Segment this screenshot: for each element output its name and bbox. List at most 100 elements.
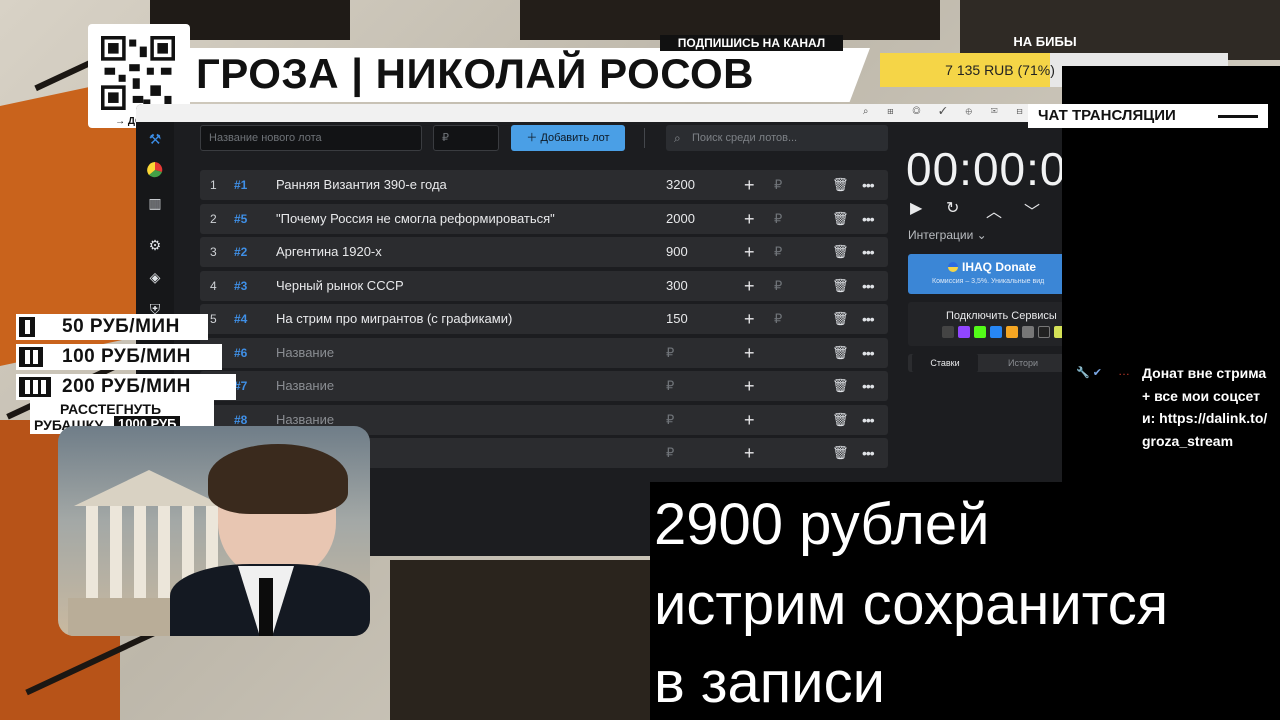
lot-name-input[interactable]: На стрим про мигрантов (с графиками)	[276, 304, 656, 334]
reset-icon[interactable]: ↻	[946, 198, 959, 218]
trash-icon[interactable]: 🗑	[832, 204, 849, 234]
chevron-down-icon: ⌄	[976, 228, 987, 242]
price-tier: 50 РУБ/МИН	[16, 314, 208, 340]
integrations-dropdown[interactable]: Интеграции ⌄	[908, 228, 987, 242]
more-icon[interactable]: •••	[862, 304, 875, 334]
subtitle-line: 2900 рублей	[654, 492, 990, 557]
add-lot-button[interactable]: ＋ Добавить лот	[511, 125, 625, 151]
trash-icon[interactable]: 🗑	[832, 170, 849, 200]
new-lot-name-input[interactable]: Название нового лота	[200, 125, 422, 151]
add-amount-icon[interactable]: +	[744, 371, 755, 401]
da-icon[interactable]	[942, 326, 954, 338]
lot-name-input[interactable]: Черный рынок СССР	[276, 271, 656, 301]
chat-header-line	[1218, 115, 1258, 118]
subtitles-box: 2900 рублей истрим сохранится в записи	[650, 482, 1280, 720]
add-amount-icon[interactable]: +	[744, 204, 755, 234]
lot-row[interactable]: 5 #4 На стрим про мигрантов (с графиками) 1…	[200, 304, 888, 334]
lot-name-input[interactable]: Ранняя Византия 390-е года	[276, 170, 656, 200]
add-amount-icon[interactable]: +	[744, 405, 755, 435]
lot-name-input[interactable]: Название	[276, 338, 656, 368]
trash-icon[interactable]: 🗑	[832, 237, 849, 267]
chevron-down-icon[interactable]: ﹀	[1024, 198, 1040, 222]
lot-search-input[interactable]: ⌕ Поиск среди лотов...	[666, 125, 888, 151]
donationalerts-icon[interactable]	[1006, 326, 1018, 338]
add-lot-label: Добавить лот	[540, 132, 610, 144]
chevron-up-icon[interactable]: ︿	[986, 198, 1002, 222]
lot-amount-input[interactable]: 150	[666, 304, 688, 334]
roman-numeral-icon	[16, 374, 54, 400]
lot-index: 3	[210, 245, 217, 259]
subscribe-label: ПОДПИШИСЬ НА КАНАЛ	[660, 35, 843, 51]
more-icon[interactable]: •••	[862, 204, 875, 234]
more-icon[interactable]: •••	[862, 438, 875, 468]
lot-amount-input[interactable]: ₽	[666, 371, 674, 401]
more-icon[interactable]: •••	[862, 371, 875, 401]
more-icon[interactable]: •••	[862, 271, 875, 301]
tab-history[interactable]: Истори	[1008, 354, 1038, 372]
integrations-label: Интеграции	[908, 228, 974, 242]
lot-row[interactable]: 2 #5 "Почему Россия не смогла реформироват…	[200, 203, 888, 234]
lot-name-input[interactable]: Аргентина 1920-х	[276, 237, 656, 267]
lot-row[interactable]: #7 Название ₽ + 🗑 •••	[200, 371, 888, 401]
new-lot-amount-input[interactable]: ₽	[433, 125, 499, 151]
gear-icon[interactable]: ⚙	[146, 236, 164, 254]
lot-name-input[interactable]: Название	[276, 371, 656, 401]
lot-index: 4	[210, 278, 217, 293]
trash-icon[interactable]: 🗑	[832, 371, 849, 401]
tab-bids[interactable]: Ставки	[912, 354, 978, 372]
service-icon[interactable]	[1054, 326, 1062, 338]
trash-icon[interactable]: 🗑	[832, 338, 849, 368]
lot-amount-input[interactable]: 2000	[666, 204, 695, 234]
lot-amount-input[interactable]: ₽	[666, 338, 674, 368]
kick-icon[interactable]	[974, 326, 986, 338]
auction-hammer-icon[interactable]: ⚒	[146, 130, 164, 148]
lot-name-input[interactable]: "Почему Россия не смогла реформироваться…	[276, 204, 656, 234]
donate-card-subtitle: Комиссия – 3,5%. Уникальные вид	[932, 278, 1045, 285]
toolbar-divider	[644, 128, 645, 148]
add-amount-icon[interactable]: +	[744, 304, 755, 334]
lot-amount-input[interactable]: ₽	[666, 438, 674, 468]
search-placeholder: Поиск среди лотов...	[692, 132, 798, 144]
goodgame-icon[interactable]	[1022, 326, 1034, 338]
lot-row[interactable]: 1 #1 Ранняя Византия 390-е года 3200 + ₽ 🗑 •••	[200, 170, 888, 200]
trash-icon[interactable]: 🗑	[832, 271, 849, 301]
twitch-icon[interactable]	[958, 326, 970, 338]
lot-row[interactable]: 4 #3 Черный рынок СССР 300 + ₽ 🗑 •••	[200, 270, 888, 301]
more-icon[interactable]: •••	[862, 170, 875, 200]
lot-amount-input[interactable]: 900	[666, 237, 688, 267]
add-amount-icon[interactable]: +	[744, 237, 755, 267]
play-icon[interactable]: ▶	[910, 198, 922, 218]
lot-amount-input[interactable]: ₽	[666, 405, 674, 435]
toolbar-icons[interactable]: ⌕ ⊞ ◎ ✓ ⊕ ✉ ⊟ ⤓	[863, 106, 1054, 117]
add-amount-icon[interactable]: +	[744, 271, 755, 301]
verified-badge-icon: ✔	[1092, 367, 1102, 379]
ihaq-donate-card[interactable]: IHAQ Donate Комиссия – 3,5%. Уникальные …	[908, 254, 1062, 294]
lot-amount-input[interactable]: 300	[666, 271, 688, 301]
lot-row[interactable]: #6 Название ₽ + 🗑 •••	[200, 337, 888, 368]
more-icon[interactable]: •••	[862, 237, 875, 267]
connect-services-card[interactable]: Подключить Сервисы	[908, 302, 1062, 346]
add-amount-icon[interactable]: +	[744, 170, 755, 200]
lot-amount-input[interactable]: 3200	[666, 170, 695, 200]
more-icon[interactable]: •••	[862, 338, 875, 368]
subtitle-line: в записи	[654, 650, 885, 715]
lot-index: 1	[210, 178, 217, 192]
x-icon[interactable]	[1038, 326, 1050, 338]
add-amount-icon[interactable]: +	[744, 338, 755, 368]
layers-icon[interactable]: ◈	[146, 268, 164, 286]
stats-icon[interactable]: ▥	[146, 194, 164, 212]
currency-label: ₽	[774, 177, 783, 192]
price-tier-label: 50 РУБ/МИН	[62, 316, 180, 337]
trash-icon[interactable]: 🗑	[832, 304, 849, 334]
qr-code-icon	[101, 36, 175, 110]
lot-id: #6	[234, 345, 248, 360]
price-tier-label: 200 РУБ/МИН	[62, 376, 191, 397]
lot-row[interactable]: 3 #2 Аргентина 1920-х 900 + ₽ 🗑 •••	[200, 237, 888, 267]
trash-icon[interactable]: 🗑	[832, 405, 849, 435]
more-icon[interactable]: •••	[862, 405, 875, 435]
trash-icon[interactable]: 🗑	[832, 438, 849, 468]
wheel-icon[interactable]	[146, 162, 164, 180]
add-amount-icon[interactable]: +	[744, 438, 755, 468]
vk-icon[interactable]	[990, 326, 1002, 338]
auction-timer: 00:00:0	[906, 143, 1062, 195]
